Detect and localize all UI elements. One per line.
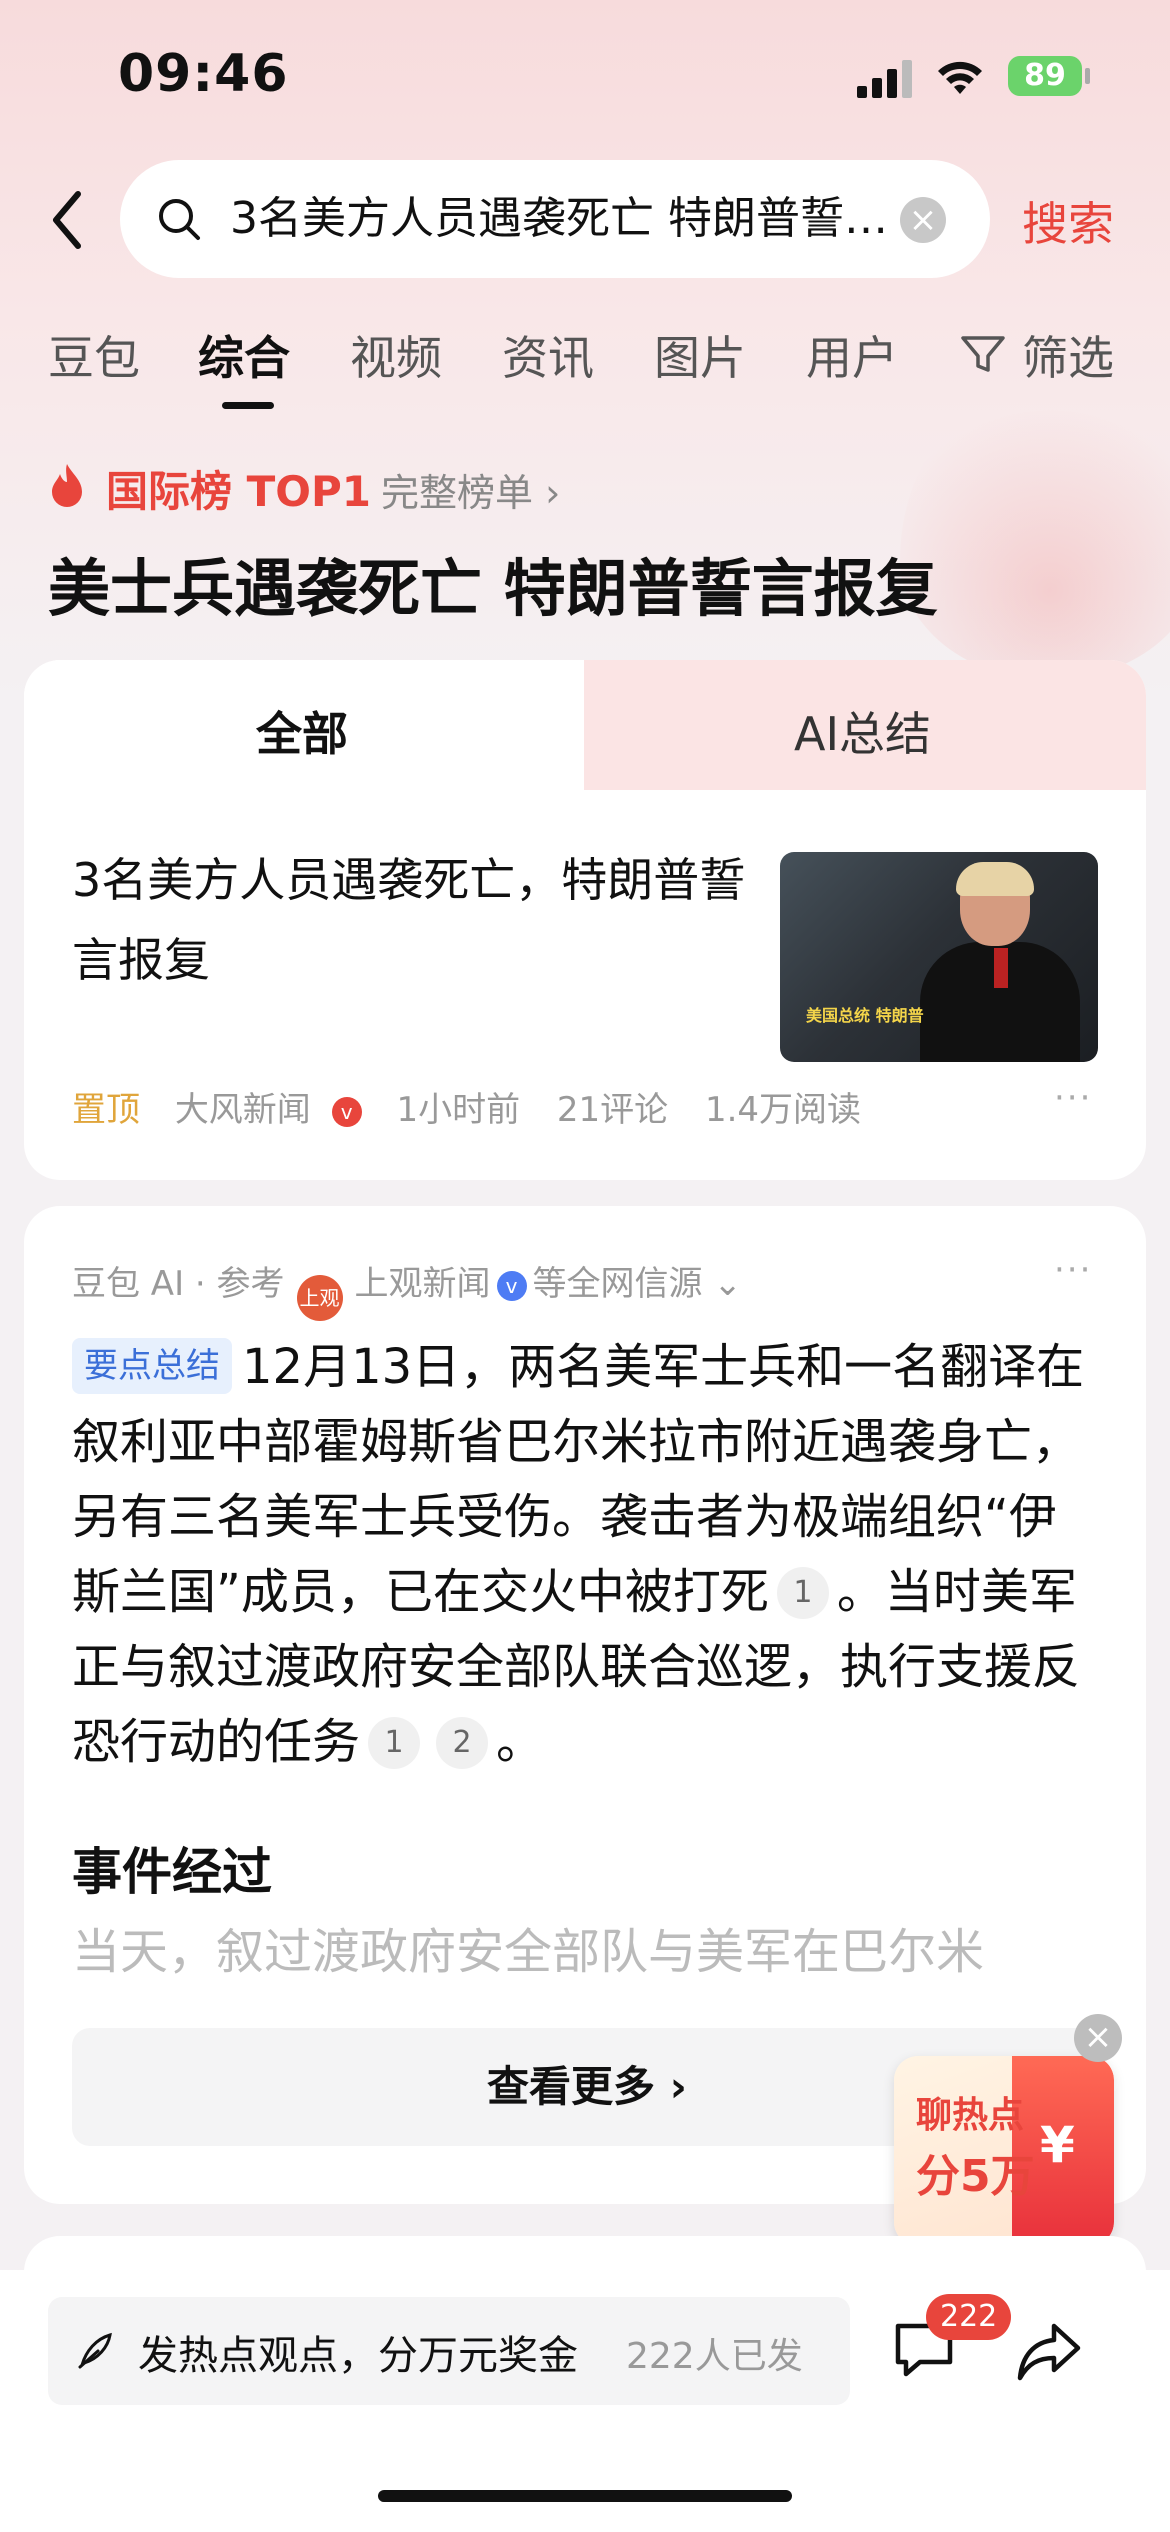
status-bar: 09:46 89	[0, 0, 1170, 150]
verified-blue-icon: v	[496, 1271, 527, 1301]
citation-1[interactable]: 1	[776, 1567, 829, 1619]
pen-icon	[78, 2332, 112, 2369]
tab-comprehensive[interactable]: 综合	[198, 322, 290, 388]
yen-icon: ¥	[1040, 2116, 1075, 2174]
wifi-icon	[938, 61, 982, 94]
verified-red-icon: v	[331, 1097, 362, 1127]
news-source[interactable]: 大风新闻	[175, 1090, 311, 1130]
pinned-label: 置顶	[72, 1090, 140, 1130]
filter-icon	[961, 336, 1005, 372]
compose-count: 222人已发	[626, 2336, 803, 2377]
search-button[interactable]: 搜索	[1022, 188, 1114, 254]
promo-line1: 聊热点	[916, 2095, 1025, 2136]
news-thumbnail[interactable]: 美国总统 特朗普	[780, 852, 1098, 1062]
full-list-link[interactable]: 完整榜单 ›	[381, 462, 560, 517]
home-indicator	[378, 2490, 792, 2502]
comment-count-badge: 222	[926, 2294, 1012, 2340]
ai-more-options-icon[interactable]: ···	[1054, 1250, 1092, 1290]
search-box[interactable]: 3名美方人员遇袭死亡 特朗普誓言报复 ×	[120, 160, 990, 278]
tab-users[interactable]: 用户	[806, 322, 898, 388]
fire-icon	[52, 464, 82, 507]
hot-headline: 美士兵遇袭死亡 特朗普誓言报复	[48, 552, 938, 625]
summary-end: 。	[496, 1714, 545, 1770]
status-time: 09:46	[118, 44, 289, 104]
promo-floating-card[interactable]: ¥ 聊热点 分5万	[894, 2056, 1114, 2246]
compose-opinion-box[interactable]: 发热点观点，分万元奖金 222人已发	[48, 2297, 850, 2405]
clear-icon[interactable]: ×	[900, 197, 946, 243]
search-icon	[159, 199, 200, 240]
thumb-figure-hair	[956, 862, 1034, 896]
ref-more-sources[interactable]: 等全网信源 ⌄	[533, 1264, 742, 1304]
news-card: 全部 AI总结 3名美方人员遇袭死亡，特朗普誓言报复 美国总统 特朗普 置顶 大…	[24, 660, 1146, 1180]
citation-1b[interactable]: 1	[368, 1717, 421, 1769]
filter-label: 筛选	[1022, 331, 1114, 385]
battery-indicator: 89	[1008, 56, 1082, 96]
compose-prompt: 发热点观点，分万元奖金	[138, 2333, 578, 2379]
promo-close-icon[interactable]: ×	[1074, 2014, 1122, 2062]
tab-news[interactable]: 资讯	[502, 322, 594, 388]
segment-ai-summary[interactable]: AI总结	[794, 698, 931, 764]
signal-icon	[857, 60, 912, 98]
news-meta: 置顶 大风新闻 v 1小时前 21评论 1.4万阅读	[72, 1082, 861, 1131]
section-title: 事件经过	[72, 1843, 272, 1901]
more-options-icon[interactable]: ···	[1054, 1078, 1092, 1118]
news-reads: 1.4万阅读	[704, 1090, 862, 1130]
segment-all[interactable]: 全部	[256, 698, 348, 764]
battery-tip	[1085, 68, 1090, 84]
back-arrow-icon[interactable]	[48, 190, 88, 250]
news-comments: 21评论	[556, 1090, 669, 1130]
source-logo: 上观	[296, 1275, 343, 1321]
tab-bar: 豆包 综合 视频 资讯 图片 用户 筛选	[0, 322, 1170, 412]
citation-2[interactable]: 2	[436, 1717, 489, 1769]
ai-brand: 豆包 AI · 参考	[72, 1264, 285, 1304]
ref-source[interactable]: 上观新闻	[355, 1264, 491, 1304]
thumb-figure-tie	[994, 948, 1008, 988]
thumb-caption: 美国总统 特朗普	[806, 1006, 924, 1025]
news-time: 1小时前	[396, 1090, 521, 1130]
tab-doubao[interactable]: 豆包	[48, 322, 140, 388]
hot-rank-label: 国际榜 TOP1	[106, 467, 371, 516]
section-body-preview: 当天，叙过渡政府安全部队与美军在巴尔米	[72, 1924, 985, 1980]
tab-video[interactable]: 视频	[350, 322, 442, 388]
ai-summary-text: 要点总结 12月13日，两名美军士兵和一名翻译在叙利亚中部霍姆斯省巴尔米拉市附近遇…	[72, 1330, 1102, 1780]
share-icon[interactable]	[1016, 2320, 1082, 2382]
ai-summary-card: 豆包 AI · 参考 上观 上观新闻 v 等全网信源 ⌄ ··· 要点总结 12月13日，…	[24, 1206, 1146, 2204]
search-input[interactable]: 3名美方人员遇袭死亡 特朗普誓言报复	[230, 188, 910, 250]
tab-images[interactable]: 图片	[654, 322, 746, 388]
promo-line2: 分5万	[916, 2151, 1035, 2202]
news-title[interactable]: 3名美方人员遇袭死亡，特朗普誓言报复	[72, 840, 772, 1000]
active-tab-underline	[222, 402, 274, 409]
ai-source-row: 豆包 AI · 参考 上观 上观新闻 v 等全网信源 ⌄	[72, 1256, 742, 1321]
key-points-tag: 要点总结	[72, 1338, 232, 1394]
